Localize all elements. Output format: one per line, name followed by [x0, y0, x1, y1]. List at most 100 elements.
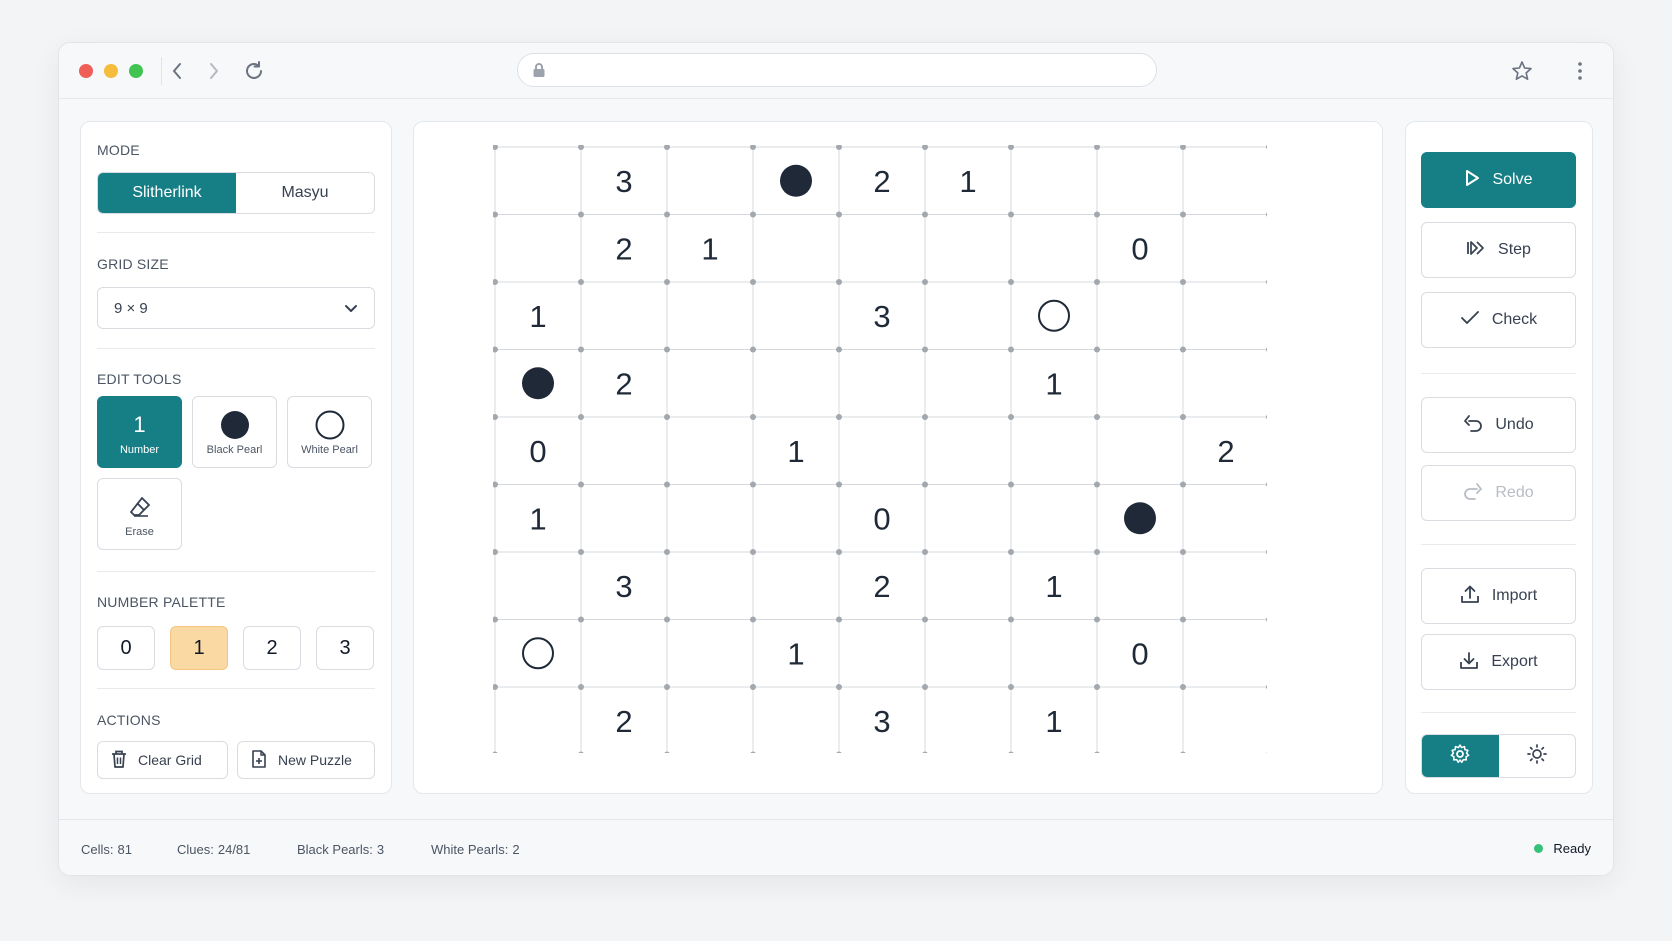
cell-hit-area[interactable] — [925, 552, 1011, 620]
cell-hit-area[interactable] — [1097, 552, 1183, 620]
grid-vertex[interactable] — [664, 346, 670, 353]
forward-icon[interactable] — [202, 59, 226, 83]
grid-cell[interactable]: 1 — [1011, 687, 1097, 753]
grid-cell[interactable]: 3 — [581, 147, 667, 215]
cell-hit-area[interactable] — [925, 687, 1011, 753]
grid-cell[interactable] — [753, 282, 839, 350]
grid-cell[interactable] — [1011, 417, 1097, 485]
grid-vertex[interactable] — [750, 684, 756, 690]
grid-cell[interactable]: 3 — [839, 687, 925, 753]
grid-vertex[interactable] — [922, 481, 928, 488]
grid-cell[interactable] — [667, 147, 753, 215]
grid-cell[interactable] — [667, 485, 753, 553]
cell-hit-area[interactable] — [1097, 687, 1183, 753]
grid-vertex[interactable] — [1008, 414, 1014, 420]
mode-masyu-button[interactable]: Masyu — [236, 173, 374, 213]
grid-cell[interactable] — [839, 350, 925, 418]
grid-vertex[interactable] — [1180, 549, 1186, 555]
grid-vertex[interactable] — [836, 211, 842, 218]
cell-hit-area[interactable] — [1183, 350, 1267, 418]
tool-erase-button[interactable]: Erase — [97, 478, 182, 550]
grid-vertex[interactable] — [1094, 481, 1100, 488]
cell-hit-area[interactable] — [581, 282, 667, 350]
export-button[interactable]: Export — [1421, 634, 1576, 690]
grid-cell[interactable] — [581, 417, 667, 485]
grid-cell[interactable] — [1183, 147, 1267, 215]
grid-cell[interactable] — [753, 485, 839, 553]
grid-vertex[interactable] — [664, 616, 670, 623]
solve-button[interactable]: Solve — [1421, 152, 1576, 208]
grid-vertex[interactable] — [1094, 346, 1100, 353]
grid-vertex[interactable] — [1180, 481, 1186, 488]
grid-vertex[interactable] — [578, 481, 584, 488]
grid-cell[interactable]: 1 — [667, 215, 753, 283]
grid-vertex[interactable] — [922, 279, 928, 285]
grid-vertex[interactable] — [1180, 279, 1186, 285]
cell-hit-area[interactable] — [1011, 620, 1097, 688]
cell-hit-area[interactable] — [753, 485, 839, 553]
grid-cell[interactable] — [581, 485, 667, 553]
cell-hit-area[interactable] — [1097, 417, 1183, 485]
grid-cell[interactable] — [581, 620, 667, 688]
grid-cell[interactable]: 2 — [581, 687, 667, 753]
grid-cell[interactable] — [667, 620, 753, 688]
cell-hit-area[interactable] — [667, 282, 753, 350]
palette-1-button[interactable]: 1 — [170, 626, 228, 670]
grid-cell[interactable]: 1 — [1011, 350, 1097, 418]
grid-cell[interactable]: 0 — [1097, 215, 1183, 283]
grid-cell[interactable] — [839, 215, 925, 283]
grid-cell[interactable] — [1011, 282, 1097, 350]
grid-vertex[interactable] — [750, 346, 756, 353]
maximize-window-button[interactable] — [129, 64, 143, 78]
grid-cell[interactable] — [925, 282, 1011, 350]
grid-cell[interactable] — [495, 350, 581, 418]
cell-hit-area[interactable] — [925, 350, 1011, 418]
grid-cell[interactable] — [925, 620, 1011, 688]
cell-hit-area[interactable] — [667, 620, 753, 688]
grid-cell[interactable] — [495, 620, 581, 688]
back-icon[interactable] — [165, 59, 189, 83]
grid-vertex[interactable] — [1094, 211, 1100, 218]
grid-cell[interactable] — [753, 147, 839, 215]
cell-hit-area[interactable] — [1183, 687, 1267, 753]
grid-vertex[interactable] — [578, 346, 584, 353]
grid-cell[interactable] — [1097, 687, 1183, 753]
cell-hit-area[interactable] — [839, 350, 925, 418]
grid-cell[interactable]: 1 — [1011, 552, 1097, 620]
cell-hit-area[interactable] — [1011, 215, 1097, 283]
cell-hit-area[interactable] — [753, 350, 839, 418]
grid-cell[interactable] — [1011, 215, 1097, 283]
grid-vertex[interactable] — [1180, 616, 1186, 623]
tool-number-button[interactable]: 1 Number — [97, 396, 182, 468]
grid-vertex[interactable] — [664, 481, 670, 488]
grid-cell[interactable] — [1097, 282, 1183, 350]
grid-cell[interactable] — [495, 147, 581, 215]
grid-vertex[interactable] — [922, 684, 928, 690]
cell-hit-area[interactable] — [925, 620, 1011, 688]
grid-cell[interactable]: 2 — [1183, 417, 1267, 485]
grid-vertex[interactable] — [922, 211, 928, 218]
grid-vertex[interactable] — [1008, 481, 1014, 488]
cell-hit-area[interactable] — [839, 620, 925, 688]
grid-cell[interactable] — [495, 687, 581, 753]
grid-cell[interactable] — [753, 687, 839, 753]
grid-cell[interactable]: 3 — [581, 552, 667, 620]
grid-cell[interactable]: 1 — [753, 417, 839, 485]
cell-hit-area[interactable] — [753, 552, 839, 620]
grid-cell[interactable]: 2 — [839, 147, 925, 215]
grid-cell[interactable]: 0 — [839, 485, 925, 553]
cell-hit-area[interactable] — [1183, 282, 1267, 350]
grid-cell[interactable]: 1 — [495, 282, 581, 350]
cell-hit-area[interactable] — [1097, 147, 1183, 215]
cell-hit-area[interactable] — [667, 147, 753, 215]
cell-hit-area[interactable] — [495, 215, 581, 283]
cell-hit-area[interactable] — [753, 687, 839, 753]
grid-vertex[interactable] — [836, 414, 842, 420]
grid-vertex[interactable] — [1008, 211, 1014, 218]
grid-vertex[interactable] — [1180, 414, 1186, 420]
grid-cell[interactable] — [495, 215, 581, 283]
grid-cell[interactable] — [753, 350, 839, 418]
grid-vertex[interactable] — [1008, 684, 1014, 690]
grid-cell[interactable] — [753, 215, 839, 283]
cell-hit-area[interactable] — [925, 485, 1011, 553]
